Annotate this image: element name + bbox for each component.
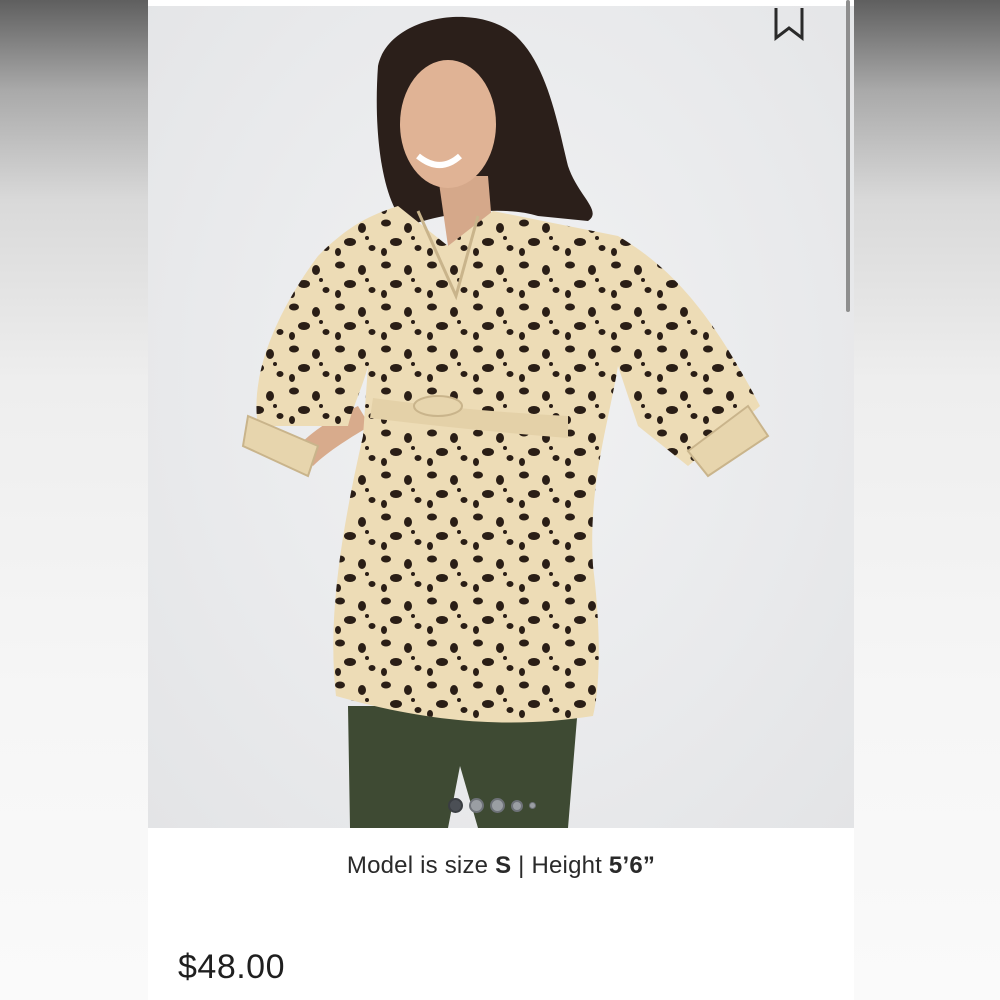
pagination-dot-4[interactable] — [511, 799, 523, 812]
product-image[interactable] — [148, 6, 854, 828]
bookmark-icon[interactable] — [772, 8, 806, 42]
product-page: Model is size S | Height 5’6” $48.00 — [148, 0, 854, 1000]
scrollbar[interactable] — [846, 0, 850, 312]
pagination-dot-5[interactable] — [529, 802, 536, 809]
pagination-dot-1[interactable] — [448, 798, 463, 813]
pagination-dot-2[interactable] — [469, 798, 484, 813]
model-height: 5’6” — [608, 852, 656, 879]
pagination-dot-3[interactable] — [490, 798, 505, 813]
image-pagination — [448, 798, 536, 813]
blurred-right-margin — [854, 0, 1000, 1000]
product-price: $48.00 — [178, 948, 285, 986]
model-photo — [241, 16, 770, 828]
height-separator: | Height — [511, 852, 609, 879]
model-info: Model is size S | Height 5’6” — [148, 852, 854, 880]
model-size-prefix: Model is size — [346, 852, 496, 879]
blurred-left-margin — [0, 0, 148, 1000]
model-size: S — [495, 852, 512, 879]
